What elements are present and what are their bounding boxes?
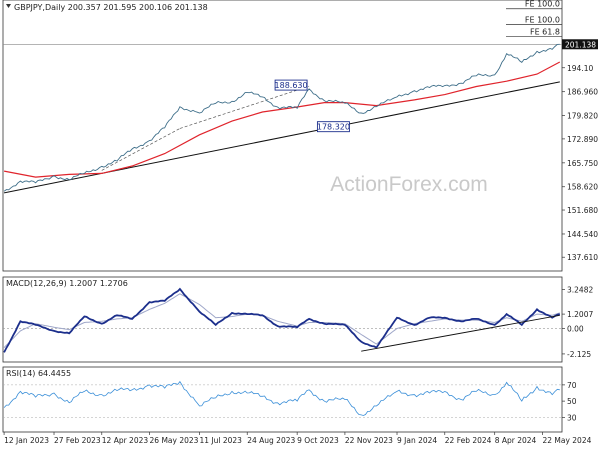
price-y-tick-label: 186.960 — [567, 88, 598, 97]
x-tick-label: 9 Jan 2024 — [397, 436, 437, 445]
moving-average-line — [3, 61, 561, 178]
x-tick-label: 26 May 2023 — [150, 436, 199, 445]
fib-level-label: FE 61.8 — [530, 28, 560, 37]
rsi-panel-header: RSI(14) 64.4455 — [6, 369, 71, 378]
x-tick-label: 22 May 2024 — [542, 436, 591, 445]
x-tick-label: 12 Apr 2023 — [102, 436, 149, 445]
x-tick-label: 11 Jul 2023 — [199, 436, 242, 445]
price-y-tick-label: 179.820 — [567, 112, 598, 121]
rsi-line — [3, 380, 560, 416]
fib-level-label: FE 100.0 — [525, 15, 560, 24]
price-y-tick-label: 165.750 — [567, 159, 598, 168]
price-channel-dashed — [179, 85, 310, 129]
macd-y-tick-label: 0.00 — [567, 324, 584, 333]
x-tick-label: 27 Feb 2023 — [54, 436, 101, 445]
chevron-down-icon — [6, 4, 11, 8]
fib-level-label: FE 100.0 — [525, 0, 560, 9]
price-y-tick-label: 158.620 — [567, 183, 598, 192]
price-y-tick-label: 144.540 — [567, 230, 598, 239]
rsi-y-tick-label: 70 — [567, 381, 577, 390]
macd-line — [3, 287, 561, 353]
macd-y-tick-label: -2.125 — [567, 350, 591, 359]
price-panel-header: GBPJPY,Daily 200.357 201.595 200.106 201… — [14, 3, 208, 12]
x-tick-label: 8 Apr 2024 — [495, 436, 537, 445]
rsi-y-tick-label: 30 — [567, 413, 577, 422]
macd-signal-line — [3, 293, 560, 348]
price-annotation-label: 188.630 — [275, 81, 308, 90]
price-y-tick-label: 194.10 — [567, 64, 593, 73]
macd-y-tick-label: 1.2007 — [567, 310, 593, 319]
x-tick-label: 22 Feb 2024 — [445, 436, 492, 445]
x-tick-label: 12 Jan 2023 — [4, 436, 49, 445]
price-line — [3, 43, 560, 192]
rsi-panel-frame — [2, 366, 563, 433]
x-tick-label: 22 Nov 2023 — [345, 436, 393, 445]
watermark: ActionForex.com — [330, 173, 488, 196]
macd-panel-header: MACD(12,26,9) 1.2007 1.2706 — [6, 279, 128, 288]
macd-y-tick-label: 3.2482 — [567, 286, 593, 295]
price-y-tick-label: 137.610 — [567, 253, 598, 262]
x-tick-label: 24 Aug 2023 — [247, 436, 295, 445]
price-y-tick-label: 172.890 — [567, 135, 598, 144]
chart-root: ActionForex.com201.70194.10186.960179.82… — [2, 0, 598, 445]
price-y-tick-label: 151.680 — [567, 206, 598, 215]
last-price-label: 201.138 — [565, 40, 596, 49]
x-tick-label: 9 Oct 2023 — [297, 436, 339, 445]
price-panel-frame — [2, 0, 563, 272]
price-annotation-label: 178.320 — [317, 123, 350, 132]
rsi-y-tick-label: 50 — [567, 397, 577, 406]
price-channel-dashed — [101, 128, 181, 171]
